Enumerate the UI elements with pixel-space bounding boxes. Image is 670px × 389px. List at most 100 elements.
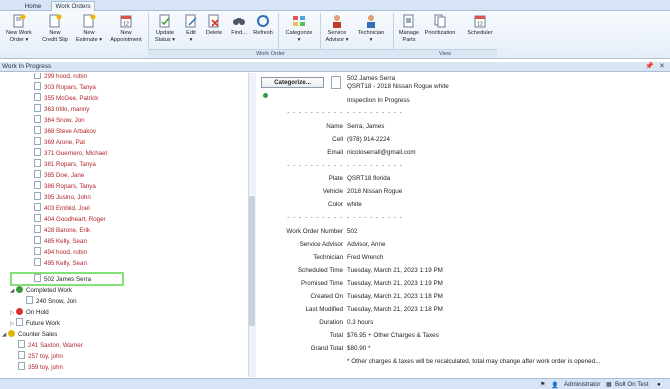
tree-node-completed-work[interactable]: ◢ Completed Work — [10, 285, 72, 296]
new-work-order-button[interactable]: New Work Order ▾ — [4, 14, 34, 43]
field-label: Promised Time — [301, 280, 343, 287]
current-user: Administrator — [564, 381, 601, 388]
document-icon — [34, 93, 41, 101]
service-advisor-value: Advisor, Anne — [347, 241, 386, 248]
document-icon — [34, 159, 41, 167]
grand-total: $80.90 * — [347, 345, 371, 352]
field-label: Name — [326, 123, 343, 130]
document-icon — [34, 181, 41, 189]
customer-name: Serra, James — [347, 123, 385, 130]
tree-item[interactable]: 495 Kelly, Sean — [34, 258, 87, 269]
tree-item[interactable]: 403 Embiid, Joel — [34, 203, 90, 214]
categorize-button[interactable]: Categorize ▾ — [282, 14, 316, 43]
tree-item[interactable]: 241 Saxton, Warner — [18, 340, 83, 351]
update-status-button[interactable]: Update Status ▾ — [152, 14, 178, 43]
tree-item[interactable]: 355 McGee, Patrick — [34, 93, 98, 104]
document-icon — [18, 351, 25, 359]
service-advisor-icon — [333, 15, 341, 28]
tree-item[interactable]: 299 hood, robin — [34, 73, 87, 82]
ribbon: New Work Order ▾ New Credit Slip New Est… — [0, 11, 670, 59]
tree-item[interactable]: 240 Snow, Jon — [26, 296, 77, 307]
find-button[interactable]: Find... — [228, 14, 250, 37]
tree-item[interactable]: 257 toy, john — [18, 351, 63, 362]
field-label: Work Order Number — [286, 228, 343, 235]
new-work-order-icon — [13, 14, 26, 28]
tree-item[interactable]: 371 Guerriero, Michael — [34, 148, 107, 159]
tree-item[interactable]: 395 Jusino, John — [34, 192, 91, 203]
new-estimate-button[interactable]: New Estimate ▾ — [74, 14, 104, 43]
tree-item[interactable]: 404 Goodheart, Roger — [34, 214, 106, 225]
scrollbar-thumb[interactable] — [249, 196, 255, 326]
technician-label: Technician ▾ — [357, 30, 385, 43]
tree-item[interactable]: 359 toy, john — [18, 362, 63, 373]
field-label: Grand Total — [310, 345, 343, 352]
document-icon — [34, 258, 41, 266]
detail-vehicle-line: QSRT18 - 2018 Nissan Rogue white — [347, 83, 449, 90]
customer-cell: (978) 914-2224 — [347, 136, 391, 143]
document-icon — [18, 340, 25, 348]
document-icon — [34, 104, 41, 112]
work-order-tree: 299 hood, robin 303 Ropars, Tanya 355 Mc… — [0, 73, 248, 377]
svg-text:12: 12 — [477, 22, 483, 28]
new-appointment-button[interactable]: 12 New Appointment — [108, 14, 144, 43]
tree-node-counter-sales[interactable]: ◢ Counter Sales — [2, 329, 57, 340]
tree-node-future-work[interactable]: ▷ Future Work — [10, 318, 60, 329]
update-status-label: Update Status ▾ — [154, 30, 176, 43]
ribbon-group-view: View — [393, 49, 497, 57]
tree-item[interactable]: 386 Ropars, Tanya — [34, 181, 96, 192]
shop-icon: ▦ — [606, 381, 612, 388]
field-label: Scheduled Time — [297, 267, 343, 274]
technician-value: Fred Wrench — [347, 254, 384, 261]
customer-email: nicoloserrall@gmail.com — [347, 149, 416, 156]
shop-name: Bolt On Test — [615, 381, 649, 388]
tree-item[interactable]: 369 Arone, Pat — [34, 137, 85, 148]
tab-home[interactable]: Home — [18, 1, 48, 11]
separator-dashes: - - - - - - - - - - — [347, 214, 403, 221]
pin-icon[interactable]: 📌 — [645, 62, 654, 70]
tree-item[interactable]: 494 hood, robin — [34, 247, 87, 258]
document-icon — [34, 82, 41, 90]
technician-button[interactable]: Technician ▾ — [354, 14, 388, 43]
created-on: Tuesday, March 21, 2023 1:18 PM — [347, 293, 443, 300]
categorize-button[interactable]: Categorize... — [261, 77, 324, 88]
calendar-icon — [16, 318, 23, 326]
tree-item[interactable]: 303 Ropars, Tanya — [34, 82, 96, 93]
panel-title: Work In Progress — [2, 63, 52, 70]
status-icon: ● — [657, 381, 661, 388]
field-label: Technician — [313, 254, 343, 261]
tab-work-orders[interactable]: Work Orders — [51, 1, 95, 11]
manage-parts-button[interactable]: Manage Parts — [396, 14, 422, 43]
status-dot — [263, 93, 268, 98]
tree-item[interactable]: 485 Kelly, Sean — [34, 236, 87, 247]
prioritization-button[interactable]: Prioritization — [423, 14, 457, 37]
service-advisor-button[interactable]: Service Advisor ▾ — [323, 14, 351, 43]
refresh-label: Refresh — [253, 30, 273, 36]
new-credit-slip-label: New Credit Slip — [42, 30, 68, 43]
refresh-button[interactable]: Refresh — [251, 14, 275, 37]
document-icon — [34, 137, 41, 145]
manage-parts-label: Manage Parts — [398, 30, 420, 43]
tree-item[interactable]: 368 Steve Arbakov — [34, 126, 96, 137]
field-label: Plate — [328, 175, 343, 182]
field-label: Total — [329, 332, 343, 339]
scheduler-button[interactable]: 12 Scheduler — [465, 14, 495, 37]
new-credit-slip-button[interactable]: New Credit Slip — [40, 14, 70, 43]
categorize-label: Categorize ▾ — [285, 30, 313, 43]
field-label: Created On — [310, 293, 343, 300]
tree-item[interactable]: 364 Snow, Jon — [34, 115, 85, 126]
tree-item[interactable]: 428 Barone, Erik — [34, 225, 90, 236]
tree-node-on-hold[interactable]: ▷ On Hold — [10, 307, 49, 318]
close-icon[interactable]: ✕ — [659, 62, 665, 70]
tree-item[interactable]: 363 trillo, manny — [34, 104, 89, 115]
edit-button[interactable]: Edit ▾ — [181, 14, 201, 43]
collapse-icon[interactable]: ◢ — [2, 330, 8, 341]
manage-parts-icon — [403, 14, 414, 28]
delete-button[interactable]: Delete — [203, 14, 225, 37]
prioritization-label: Prioritization — [424, 30, 456, 36]
field-label: Last Modified — [305, 306, 343, 313]
tree-item[interactable]: 381 Ropars, Tanya — [34, 159, 96, 170]
total: $76.95 + Other Charges & Taxes — [347, 332, 439, 339]
collapse-icon[interactable]: ◢ — [10, 286, 16, 297]
tree-item[interactable]: 385 Doe, Jane — [34, 170, 84, 181]
status-bar: ⚑ 👤 Administrator ▦ Bolt On Test ● — [0, 378, 670, 389]
